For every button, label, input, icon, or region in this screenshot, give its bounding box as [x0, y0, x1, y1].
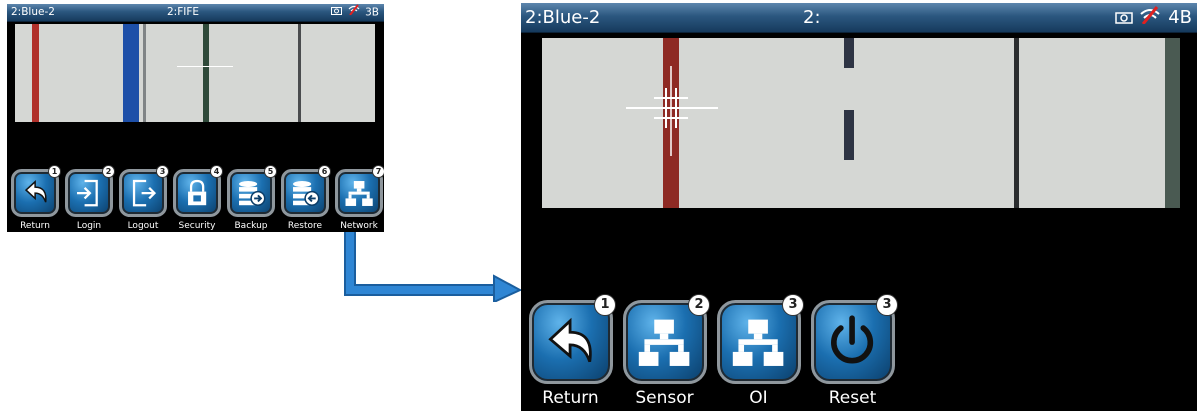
return-arrow-icon	[24, 179, 47, 203]
button-row: 1 Return 2 Sensor 3 OI 3 Reset	[527, 294, 898, 408]
status-area: 4B	[1114, 3, 1192, 33]
network-button[interactable]: 7 Network	[333, 165, 384, 231]
separator-line	[143, 24, 146, 122]
green-line	[203, 24, 209, 122]
crosshair	[177, 66, 233, 67]
button-label: Return	[20, 221, 50, 231]
backup-database-icon	[238, 180, 266, 206]
padlock-icon	[187, 179, 207, 206]
status-count: 4B	[1168, 7, 1192, 28]
button-row: 1 Return 2 Login 3 Logout 4 Security 5 B…	[9, 165, 384, 231]
camera-view	[542, 38, 1180, 208]
button-label: Logout	[127, 221, 159, 231]
return-button[interactable]: 1 Return	[527, 294, 616, 408]
button-label: OI	[749, 388, 768, 408]
badge: 3	[876, 294, 898, 316]
badge: 3	[782, 294, 804, 316]
power-icon	[831, 315, 874, 364]
button-label: Network	[340, 221, 378, 231]
button-label: Backup	[234, 221, 268, 231]
blue-line	[123, 24, 139, 122]
restore-database-icon	[292, 180, 320, 206]
login-icon	[76, 179, 98, 207]
button-label: Restore	[287, 221, 323, 231]
badge: 2	[102, 165, 115, 178]
edge-line	[1165, 38, 1180, 208]
title-center: 2:	[803, 7, 821, 28]
badge: 4	[210, 165, 223, 178]
button-label: Reset	[828, 388, 877, 408]
sensor-button[interactable]: 2 Sensor	[621, 294, 710, 408]
logout-button[interactable]: 3 Logout	[117, 165, 169, 231]
large-screen: 2:Blue-2 2: 4B 1 Return 2 Sensor 3 OI 3 …	[521, 3, 1197, 411]
separator-line	[298, 24, 301, 122]
title-left: 2:Blue-2	[11, 6, 55, 18]
badge: 1	[48, 165, 61, 178]
login-button[interactable]: 2 Login	[63, 165, 115, 231]
camera-icon	[1114, 4, 1133, 33]
return-button[interactable]: 1 Return	[9, 165, 61, 231]
title-left: 2:Blue-2	[525, 7, 601, 28]
badge: 5	[264, 165, 277, 178]
restore-button[interactable]: 6 Restore	[279, 165, 331, 231]
badge: 3	[156, 165, 169, 178]
network-icon	[639, 319, 690, 366]
return-arrow-icon	[548, 317, 593, 363]
dark-dash-top	[844, 38, 854, 68]
camera-view	[15, 24, 375, 122]
red-line	[32, 24, 39, 122]
logout-icon	[132, 179, 156, 207]
status-count: 3B	[365, 6, 379, 19]
separator-line	[1014, 38, 1019, 208]
title-bar: 2:Blue-2 2: 4B	[521, 3, 1197, 33]
badge: 7	[372, 165, 384, 178]
small-screen: 2:Blue-2 2:FIFE 3B 1 Return 2 Login 3 Lo…	[7, 4, 384, 232]
oi-button[interactable]: 3 OI	[715, 294, 804, 408]
network-icon	[345, 180, 373, 206]
no-wifi-icon	[348, 4, 360, 21]
title-bar: 2:Blue-2 2:FIFE 3B	[7, 4, 384, 22]
transition-arrow	[344, 232, 523, 302]
reset-button[interactable]: 3 Reset	[809, 294, 898, 408]
badge: 2	[688, 294, 710, 316]
badge: 6	[318, 165, 331, 178]
no-wifi-icon	[1140, 4, 1161, 33]
button-label: Security	[178, 221, 216, 231]
button-label: Login	[76, 221, 102, 231]
status-area: 3B	[331, 4, 379, 22]
dark-dash-bottom	[844, 110, 854, 160]
button-label: Sensor	[635, 388, 694, 408]
title-center: 2:FIFE	[167, 6, 200, 18]
backup-button[interactable]: 5 Backup	[225, 165, 277, 231]
security-button[interactable]: 4 Security	[171, 165, 223, 231]
badge: 1	[594, 294, 616, 316]
network-icon	[733, 319, 784, 366]
camera-icon	[331, 4, 343, 21]
crosshair	[626, 66, 718, 156]
button-label: Return	[542, 388, 599, 408]
